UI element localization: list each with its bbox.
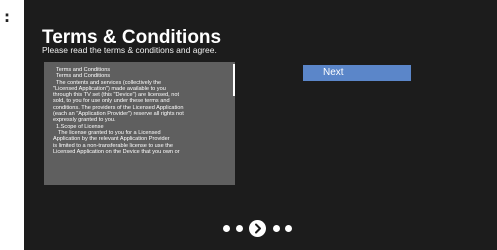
tv-screen: Terms & Conditions Please read the terms… (24, 0, 497, 250)
terms-scrollbar-thumb[interactable] (233, 64, 235, 96)
page-dot (223, 225, 230, 232)
edge-colon-glyph: : (4, 8, 10, 26)
terms-line: Licensed Application on the Device that … (53, 148, 180, 155)
page-indicator (24, 219, 497, 239)
page-dot (236, 225, 243, 232)
page-dot (285, 225, 292, 232)
next-button[interactable]: Next (303, 65, 411, 81)
terms-text: Terms and Conditions Terms and Condition… (44, 62, 235, 155)
current-page-arrow-icon[interactable] (249, 220, 266, 237)
page-subtitle: Please read the terms & conditions and a… (42, 45, 217, 55)
page-dot (273, 225, 280, 232)
terms-scroll-box[interactable]: Terms and Conditions Terms and Condition… (44, 62, 235, 185)
